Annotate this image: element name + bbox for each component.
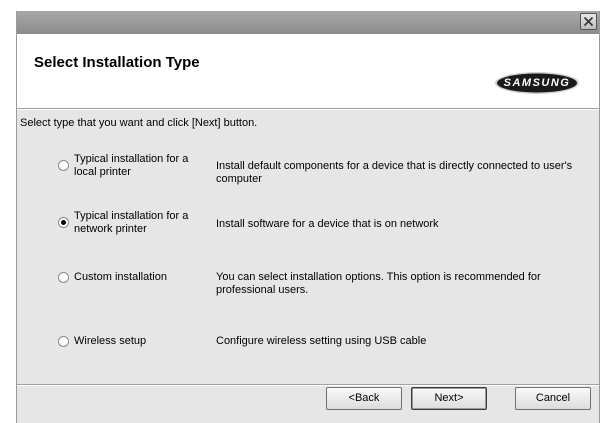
close-button[interactable] bbox=[580, 13, 597, 30]
installer-dialog: Select Installation Type SAMSUNG Select … bbox=[16, 11, 600, 423]
samsung-logo: SAMSUNG bbox=[494, 71, 580, 95]
option-description: Configure wireless setting using USB cab… bbox=[216, 335, 427, 347]
header-divider bbox=[17, 108, 599, 110]
option-description: You can select installation options. Thi… bbox=[216, 271, 541, 296]
radio-custom-installation[interactable] bbox=[58, 272, 69, 283]
next-button[interactable]: Next> bbox=[411, 387, 487, 410]
close-icon bbox=[583, 16, 594, 27]
logo-text: SAMSUNG bbox=[503, 77, 571, 89]
option-label[interactable]: Typical installation for a network print… bbox=[74, 210, 204, 236]
option-label[interactable]: Wireless setup bbox=[74, 335, 204, 348]
option-label[interactable]: Custom installation bbox=[74, 271, 204, 284]
dialog-header: Select Installation Type SAMSUNG bbox=[17, 34, 599, 108]
title-bar[interactable] bbox=[17, 11, 599, 34]
footer-divider bbox=[17, 384, 599, 386]
cancel-button[interactable]: Cancel bbox=[515, 387, 591, 410]
instruction-text: Select type that you want and click [Nex… bbox=[20, 117, 258, 129]
radio-wireless-setup[interactable] bbox=[58, 336, 69, 347]
radio-selected-dot bbox=[61, 220, 66, 225]
page-title: Select Installation Type bbox=[34, 54, 200, 71]
option-description: Install software for a device that is on… bbox=[216, 218, 439, 230]
radio-local-printer[interactable] bbox=[58, 160, 69, 171]
option-description: Install default components for a device … bbox=[216, 160, 573, 185]
radio-network-printer[interactable] bbox=[58, 217, 69, 228]
back-button[interactable]: <Back bbox=[326, 387, 402, 410]
option-label[interactable]: Typical installation for a local printer bbox=[74, 153, 204, 179]
